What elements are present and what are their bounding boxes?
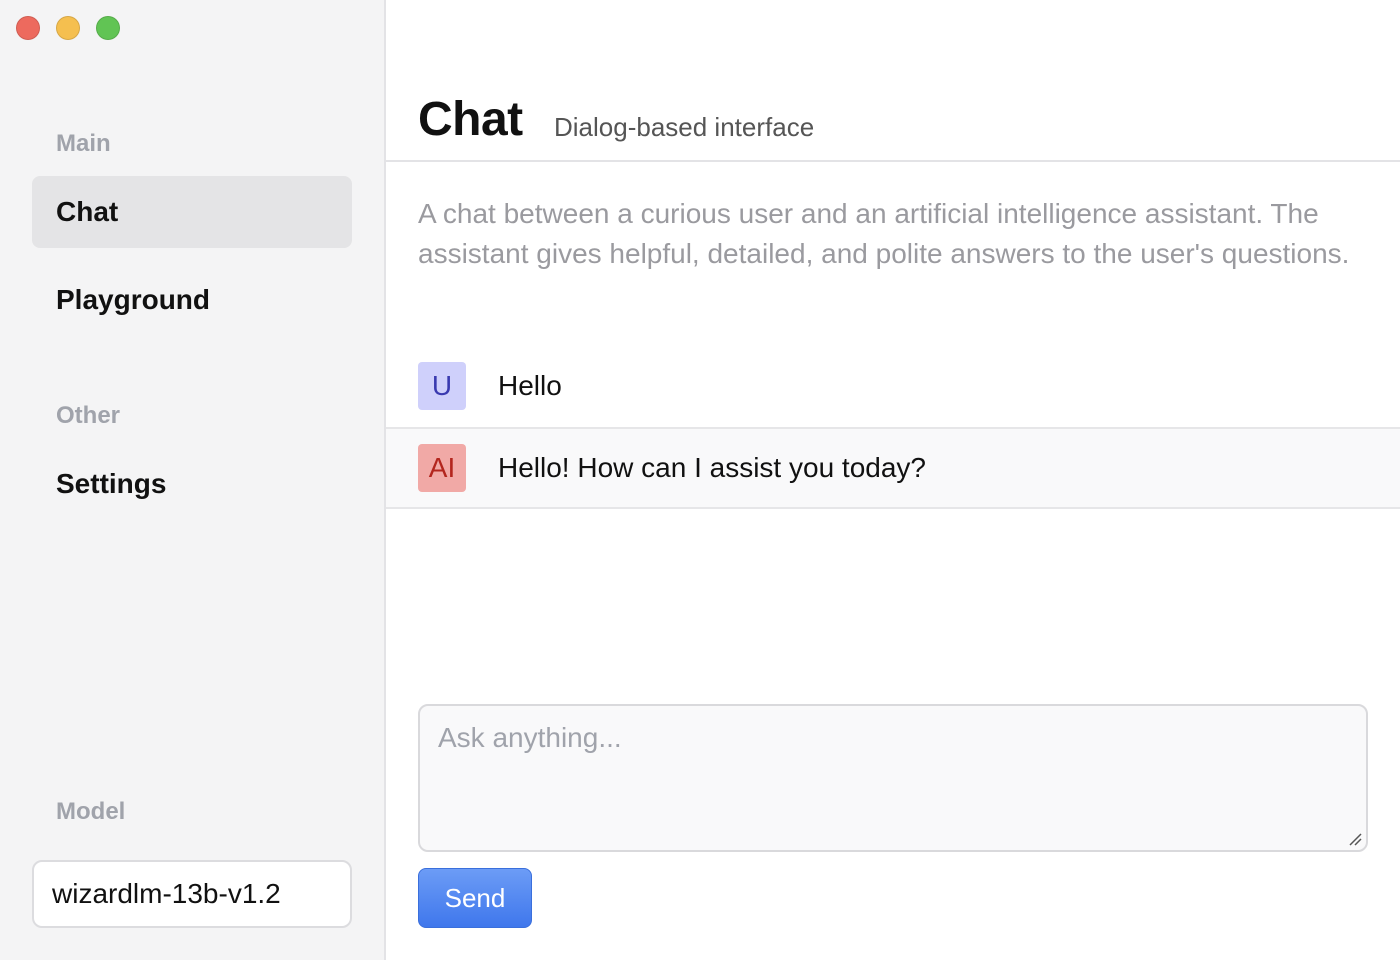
sidebar-item-chat[interactable]: Chat: [32, 176, 352, 248]
section-title-main: Main: [56, 130, 111, 157]
sidebar-item-label: Settings: [56, 468, 167, 499]
send-button[interactable]: Send: [418, 868, 532, 928]
zoom-icon[interactable]: [96, 16, 120, 40]
sidebar: Main Chat Playground Other Settings Mode…: [0, 0, 386, 960]
section-title-model: Model: [56, 798, 126, 825]
window-controls: [16, 16, 120, 40]
page-subtitle: Dialog-based interface: [554, 112, 815, 142]
page-title: Chat: [418, 93, 523, 146]
page-header: Chat Dialog-based interface: [386, 0, 1400, 162]
user-avatar: U: [418, 362, 466, 410]
minimize-icon[interactable]: [56, 16, 80, 40]
resize-grip-icon[interactable]: [1348, 832, 1362, 846]
sidebar-item-settings[interactable]: Settings: [32, 448, 352, 520]
section-title-other: Other: [56, 402, 121, 429]
app-window: Main Chat Playground Other Settings Mode…: [0, 0, 1400, 960]
close-icon[interactable]: [16, 16, 40, 40]
message-text: Hello! How can I assist you today?: [498, 452, 926, 483]
sidebar-item-playground[interactable]: Playground: [32, 264, 352, 336]
chat-message-user: U Hello: [386, 345, 1400, 427]
ai-avatar: AI: [418, 444, 466, 492]
model-select[interactable]: wizardlm-13b-v1.2: [32, 860, 352, 928]
chat-message-assistant: AI Hello! How can I assist you today?: [386, 427, 1400, 509]
main-panel: Chat Dialog-based interface A chat betwe…: [386, 0, 1400, 960]
system-prompt: A chat between a curious user and an art…: [418, 198, 1350, 269]
message-input[interactable]: [418, 704, 1368, 852]
message-text: Hello: [498, 370, 562, 401]
sidebar-item-label: Chat: [56, 196, 119, 227]
model-select-value: wizardlm-13b-v1.2: [52, 878, 281, 909]
sidebar-item-label: Playground: [56, 284, 211, 315]
